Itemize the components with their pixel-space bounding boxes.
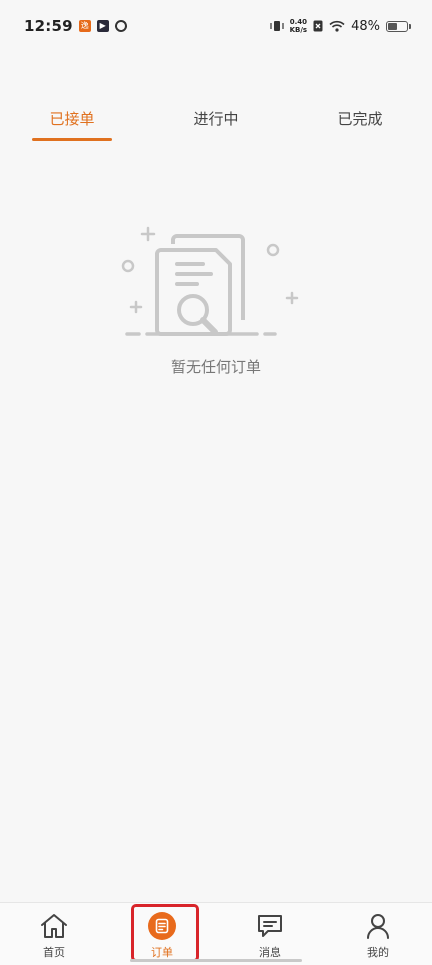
net-speed-value: 0.40 (289, 18, 307, 26)
nav-profile-label: 我的 (367, 946, 389, 959)
battery-icon (386, 20, 411, 32)
status-bar: 12:59 逸 ▶ 0.40 KB/s 48% (0, 0, 432, 52)
net-speed: 0.40 KB/s (290, 18, 307, 34)
orders-icon (147, 911, 177, 941)
nav-messages-label: 消息 (259, 946, 281, 959)
home-indicator (130, 959, 302, 962)
nav-orders[interactable]: 订单 (108, 903, 216, 965)
tab-in-progress-label: 进行中 (193, 110, 239, 128)
empty-message: 暂无任何订单 (170, 358, 261, 376)
battery-fill (388, 22, 397, 30)
net-speed-unit: KB/s (289, 26, 308, 34)
tab-accepted-label: 已接单 (49, 110, 95, 128)
status-left: 12:59 逸 ▶ (24, 17, 129, 35)
orders-icon-circle (148, 912, 176, 940)
home-icon (39, 911, 69, 941)
tab-completed[interactable]: 已完成 (288, 100, 432, 144)
status-right: 0.40 KB/s 48% (270, 18, 411, 34)
nav-profile[interactable]: 我的 (324, 903, 432, 965)
vibrate-icon (270, 21, 284, 31)
wifi-icon (329, 20, 345, 32)
bottom-nav: 首页 订单 消息 我的 (0, 902, 432, 965)
nav-home-label: 首页 (43, 946, 65, 959)
message-icon (255, 911, 285, 941)
empty-state: 暂无任何订单 (0, 220, 432, 377)
tab-active-underline (32, 138, 112, 141)
tab-completed-label: 已完成 (337, 110, 383, 128)
status-time: 12:59 (24, 17, 73, 35)
order-tabs: 已接单 进行中 已完成 (0, 100, 432, 144)
empty-orders-illustration (121, 226, 299, 336)
tab-accepted[interactable]: 已接单 (0, 100, 144, 144)
battery-percent: 48% (351, 18, 380, 34)
nav-home[interactable]: 首页 (0, 903, 108, 965)
nav-messages[interactable]: 消息 (216, 903, 324, 965)
profile-icon (363, 911, 393, 941)
sync-app-icon (113, 18, 129, 34)
tab-in-progress[interactable]: 进行中 (144, 100, 288, 144)
nav-orders-label: 订单 (151, 946, 173, 959)
sim-x-icon (313, 20, 323, 32)
app-notification-icon: 逸 (78, 20, 91, 32)
play-app-icon: ▶ (96, 20, 109, 32)
